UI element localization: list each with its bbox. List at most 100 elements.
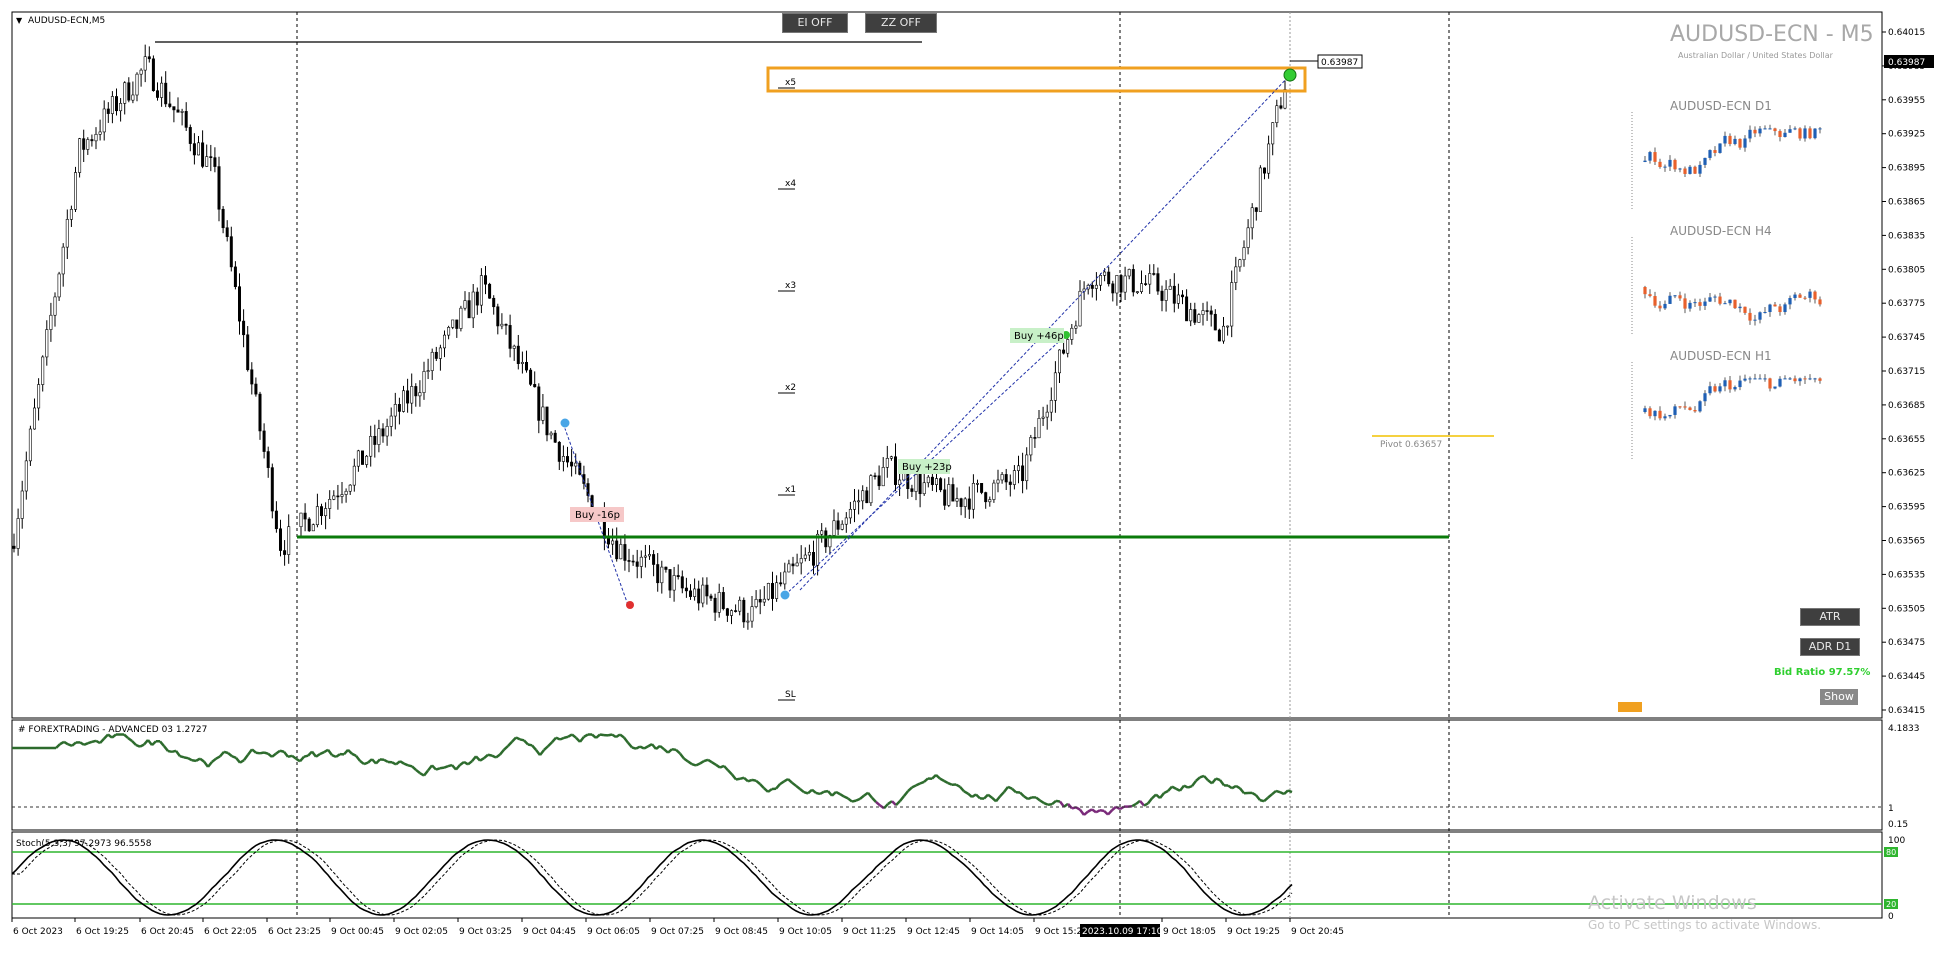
candle-body bbox=[1230, 282, 1234, 327]
candle-body bbox=[680, 576, 684, 589]
symbol-title: AUDUSD-ECN - M5 bbox=[1670, 22, 1874, 47]
indicator1-segment bbox=[735, 777, 741, 781]
zz-toggle-button[interactable]: ZZ OFF bbox=[865, 13, 937, 33]
mini-candle-body bbox=[1698, 164, 1702, 174]
candle-body bbox=[1275, 105, 1279, 123]
indicator1-segment bbox=[443, 765, 449, 769]
show-button[interactable]: Show bbox=[1820, 689, 1858, 705]
mini-candle-body bbox=[1678, 295, 1682, 299]
time-tick-label: 6 Oct 22:05 bbox=[204, 927, 257, 937]
candle-body bbox=[508, 325, 512, 349]
price-tick-label: 0.63595 bbox=[1888, 503, 1925, 513]
price-tick-label: 0.63565 bbox=[1888, 537, 1925, 547]
mini-candle-body bbox=[1693, 166, 1697, 174]
candle-body bbox=[209, 156, 213, 158]
price-tick-label: 0.63835 bbox=[1888, 231, 1925, 241]
candle-body bbox=[1058, 349, 1062, 374]
mini-candle-body bbox=[1778, 306, 1782, 313]
candle-body bbox=[278, 528, 282, 551]
candle-body bbox=[934, 478, 938, 485]
mini-candle-body bbox=[1693, 410, 1697, 412]
candle-body bbox=[787, 563, 791, 573]
candle-body bbox=[1008, 481, 1012, 485]
candle-body bbox=[1066, 339, 1070, 354]
mini-candle-body bbox=[1748, 129, 1752, 139]
candle-body bbox=[619, 544, 623, 560]
candle-body bbox=[971, 483, 975, 510]
mini-candle-body bbox=[1668, 295, 1672, 304]
candle-body bbox=[377, 428, 381, 445]
candle-body bbox=[939, 478, 943, 491]
ei-toggle-button[interactable]: EI OFF bbox=[782, 13, 848, 33]
mini-candle-body bbox=[1813, 291, 1817, 300]
candle-body bbox=[697, 588, 701, 604]
candle-body bbox=[53, 296, 57, 316]
candle-body bbox=[90, 139, 94, 142]
price-axis: 0.640150.639850.639550.639250.638950.638… bbox=[1882, 28, 1925, 716]
candle-body bbox=[984, 492, 988, 503]
mini-candle-body bbox=[1818, 128, 1822, 130]
candle-body bbox=[1041, 416, 1045, 419]
indicator1-segment bbox=[1183, 784, 1189, 789]
candle-body bbox=[947, 484, 951, 506]
mini-candle-body bbox=[1723, 303, 1727, 305]
time-tick-label: 9 Oct 19:25 bbox=[1227, 927, 1280, 937]
atr-button[interactable]: ATR bbox=[1800, 608, 1860, 626]
candle-body bbox=[37, 384, 41, 409]
mini-candle-body bbox=[1698, 401, 1702, 412]
indicator1-segment bbox=[631, 746, 637, 750]
candle-body bbox=[1263, 167, 1267, 174]
chart-menu-arrow[interactable]: ▼ bbox=[16, 16, 23, 25]
indicator1-segment bbox=[191, 759, 197, 763]
price-tick-label: 0.63925 bbox=[1888, 130, 1925, 140]
candle-body bbox=[807, 552, 811, 556]
indicator1-segment bbox=[259, 751, 265, 755]
candle-body bbox=[717, 592, 721, 613]
trade-label-loss: Buy -16p bbox=[575, 510, 620, 521]
candle-body bbox=[1000, 474, 1004, 481]
exit-marker[interactable] bbox=[626, 601, 634, 609]
candle-body bbox=[426, 370, 430, 372]
price-tick-label: 0.63505 bbox=[1888, 604, 1925, 614]
candle-body bbox=[1140, 283, 1144, 292]
candle-body bbox=[287, 526, 291, 555]
candle-body bbox=[356, 450, 360, 467]
candle-body bbox=[82, 138, 86, 150]
indicator1-segment bbox=[263, 751, 269, 755]
candle-body bbox=[106, 108, 110, 114]
candle-body bbox=[455, 319, 459, 329]
candle-body bbox=[1049, 400, 1053, 413]
current-marker[interactable] bbox=[1283, 68, 1297, 82]
indicator1-axis-top: 4.1833 bbox=[1888, 724, 1920, 734]
candle-body bbox=[254, 383, 258, 395]
mini-candle-body bbox=[1743, 306, 1747, 313]
candle-body bbox=[57, 273, 61, 298]
mini-candle-body bbox=[1648, 294, 1652, 297]
candle-body bbox=[783, 571, 787, 585]
entry-marker[interactable] bbox=[779, 589, 791, 601]
candle-body bbox=[918, 474, 922, 495]
indicator1-segment bbox=[363, 761, 369, 766]
candle-body bbox=[266, 451, 270, 468]
mini-candle-body bbox=[1798, 294, 1802, 298]
candle-body bbox=[1172, 285, 1176, 304]
candle-body bbox=[205, 156, 209, 167]
indicator1-segment bbox=[487, 753, 493, 757]
mini-candle-body bbox=[1708, 297, 1712, 302]
indicator1-segment bbox=[703, 758, 709, 763]
price-tick-label: 0.63745 bbox=[1888, 333, 1925, 343]
candle-body bbox=[770, 583, 774, 599]
candle-body bbox=[1111, 283, 1115, 294]
candle-body bbox=[143, 56, 147, 71]
mini-candle-body bbox=[1763, 128, 1767, 130]
watermark-subtitle: Go to PC settings to activate Windows. bbox=[1588, 918, 1822, 932]
chart-canvas[interactable]: Pivot 0.63657 x5 x4 x3 x2 x1 SL Buy -16p… bbox=[0, 0, 1936, 953]
candle-body bbox=[988, 499, 992, 503]
entry-marker[interactable] bbox=[559, 417, 571, 429]
cursor-time-text: 2023.10.09 17:10 bbox=[1082, 927, 1163, 937]
candle-body bbox=[397, 404, 401, 412]
indicator1-segment bbox=[1027, 796, 1033, 801]
mini-candle-body bbox=[1733, 138, 1737, 145]
mini-candle-body bbox=[1653, 410, 1657, 417]
adr-button[interactable]: ADR D1 bbox=[1800, 638, 1860, 656]
